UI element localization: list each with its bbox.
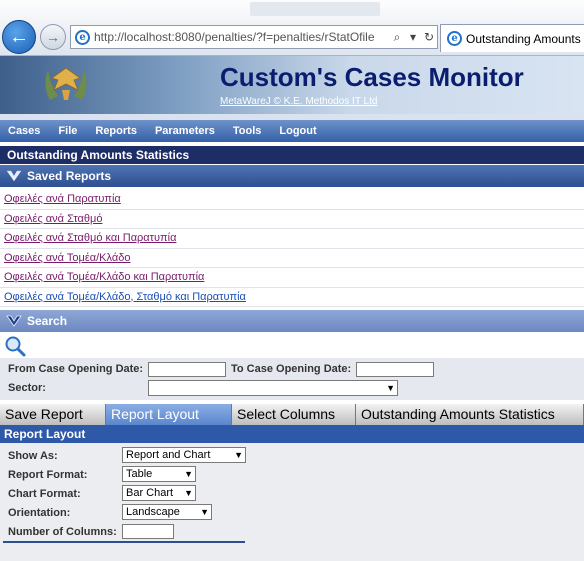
- list-item: Οφειλές ανά Τομέα/Κλάδο: [0, 248, 584, 268]
- back-arrow-icon: ←: [9, 25, 29, 48]
- tab-ie-logo-icon: e: [447, 31, 462, 46]
- report-tabs: Save Report Report Layout Select Columns…: [0, 404, 584, 425]
- search-header[interactable]: Search: [0, 310, 584, 332]
- tab-save-report[interactable]: Save Report: [0, 404, 106, 425]
- collapse-chevron-icon: [6, 315, 22, 327]
- chevron-down-icon: ▼: [184, 469, 193, 479]
- saved-reports-title: Saved Reports: [27, 169, 112, 183]
- search-icon[interactable]: [4, 335, 26, 357]
- saved-report-link[interactable]: Οφειλές ανά Τομέα/Κλάδο: [4, 252, 130, 264]
- menu-file[interactable]: File: [49, 125, 86, 137]
- list-item: Οφειλές ανά Τομέα/Κλάδο, Σταθμό και Παρα…: [0, 287, 584, 307]
- menu-logout[interactable]: Logout: [270, 125, 325, 137]
- saved-report-link[interactable]: Οφειλές ανά Παρατυπία: [4, 193, 121, 205]
- list-item: Οφειλές ανά Τομέα/Κλάδο και Παρατυπία: [0, 268, 584, 288]
- chevron-down-icon: ▼: [386, 383, 395, 393]
- address-bar[interactable]: e http://localhost:8080/penalties/?f=pen…: [70, 25, 438, 49]
- menu-cases[interactable]: Cases: [0, 125, 49, 137]
- show-as-select[interactable]: Report and Chart ▼: [122, 447, 246, 463]
- saved-reports-header[interactable]: Saved Reports: [0, 165, 584, 187]
- report-format-value: Table: [126, 468, 153, 480]
- saved-report-link[interactable]: Οφειλές ανά Τομέα/Κλάδο και Παρατυπία: [4, 271, 204, 283]
- chevron-down-icon: ▼: [234, 450, 243, 460]
- search-filters: From Case Opening Date: To Case Opening …: [0, 358, 584, 400]
- saved-report-link[interactable]: Οφειλές ανά Σταθμό και Παρατυπία: [4, 232, 176, 244]
- coat-of-arms-icon: [45, 67, 87, 100]
- tab-select-columns[interactable]: Select Columns: [232, 404, 356, 425]
- tab-report-layout[interactable]: Report Layout: [106, 404, 232, 425]
- refresh-icon[interactable]: ↻: [421, 30, 437, 44]
- report-format-select[interactable]: Table ▼: [122, 466, 196, 482]
- chart-format-label: Chart Format:: [8, 488, 81, 500]
- report-layout-form: Show As: Report and Chart ▼ Report Forma…: [0, 443, 584, 561]
- page-title: Outstanding Amounts Statistics: [0, 146, 584, 164]
- columns-input[interactable]: [122, 524, 174, 539]
- chart-format-value: Bar Chart: [126, 487, 174, 499]
- forward-arrow-icon: →: [46, 29, 60, 45]
- show-as-value: Report and Chart: [126, 449, 211, 461]
- menu-tools[interactable]: Tools: [224, 125, 271, 137]
- address-url[interactable]: http://localhost:8080/penalties/?f=penal…: [94, 30, 389, 44]
- main-menu: Cases File Reports Parameters Tools Logo…: [0, 120, 584, 142]
- divider: [3, 541, 245, 543]
- browser-tab[interactable]: e Outstanding Amounts: [440, 24, 584, 52]
- report-format-label: Report Format:: [8, 469, 88, 481]
- columns-label: Number of Columns:: [8, 526, 117, 538]
- tab-outstanding-amounts-statistics[interactable]: Outstanding Amounts Statistics: [356, 404, 584, 425]
- sector-select[interactable]: ▼: [148, 380, 398, 396]
- search-toolbar: [0, 333, 584, 357]
- to-date-label: To Case Opening Date:: [231, 363, 352, 375]
- forward-button[interactable]: →: [40, 24, 66, 50]
- saved-report-link[interactable]: Οφειλές ανά Σταθμό: [4, 213, 102, 225]
- sector-label: Sector:: [8, 382, 46, 394]
- background-window-strip: [250, 2, 380, 16]
- report-layout-header: Report Layout: [0, 425, 584, 443]
- chevron-down-icon: ▼: [184, 488, 193, 498]
- list-item: Οφειλές ανά Σταθμό και Παρατυπία: [0, 229, 584, 249]
- back-button[interactable]: ←: [2, 20, 36, 54]
- menu-parameters[interactable]: Parameters: [146, 125, 224, 137]
- list-item: Οφειλές ανά Σταθμό: [0, 209, 584, 229]
- saved-reports-list: Οφειλές ανά Παρατυπία Οφειλές ανά Σταθμό…: [0, 190, 584, 307]
- from-date-label: From Case Opening Date:: [8, 363, 144, 375]
- list-item: Οφειλές ανά Παρατυπία: [0, 190, 584, 210]
- browser-chrome: ← → e http://localhost:8080/penalties/?f…: [0, 0, 584, 56]
- ie-logo-icon: e: [75, 29, 90, 45]
- browser-tab-title: Outstanding Amounts: [466, 31, 581, 46]
- from-date-input[interactable]: [148, 362, 226, 377]
- menu-reports[interactable]: Reports: [86, 125, 146, 137]
- dropdown-arrow-icon[interactable]: ▾: [405, 30, 421, 44]
- to-date-input[interactable]: [356, 362, 434, 377]
- chart-format-select[interactable]: Bar Chart ▼: [122, 485, 196, 501]
- copyright-link[interactable]: MetaWareJ © K.E. Methodos IT Ltd: [220, 96, 377, 107]
- orientation-label: Orientation:: [8, 507, 71, 519]
- search-title: Search: [27, 314, 68, 328]
- address-search-icon[interactable]: ⌕: [389, 30, 405, 45]
- saved-report-link[interactable]: Οφειλές ανά Τομέα/Κλάδο, Σταθμό και Παρα…: [4, 291, 246, 303]
- chevron-down-icon: ▼: [200, 507, 209, 517]
- collapse-chevron-icon: [6, 170, 22, 182]
- app-title: Custom's Cases Monitor: [220, 62, 524, 92]
- orientation-value: Landscape: [126, 506, 180, 518]
- show-as-label: Show As:: [8, 450, 58, 462]
- app-banner: Custom's Cases Monitor MetaWareJ © K.E. …: [0, 56, 584, 114]
- orientation-select[interactable]: Landscape ▼: [122, 504, 212, 520]
